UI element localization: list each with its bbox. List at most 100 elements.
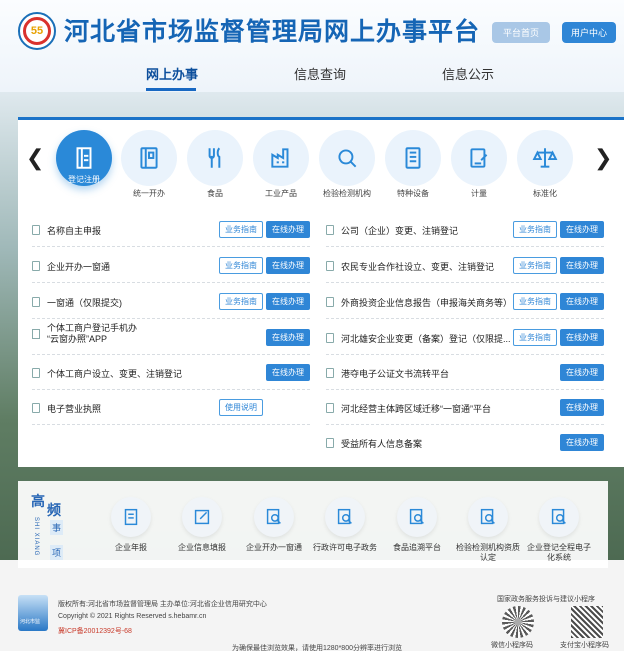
guide-button[interactable]: 业务指南 xyxy=(219,293,263,310)
active-tab-indicator xyxy=(146,88,196,91)
frequent-title: 频 xyxy=(47,502,61,518)
search-doc-icon xyxy=(266,508,281,525)
online-handle-button[interactable]: 在线办理 xyxy=(560,293,604,310)
category-label: 工业产品 xyxy=(265,189,297,198)
scale-icon xyxy=(532,148,558,168)
category-registration[interactable]: 登记注册 xyxy=(56,130,112,186)
guide-button[interactable]: 业务指南 xyxy=(219,257,263,274)
online-handle-button[interactable]: 在线办理 xyxy=(560,329,604,346)
document-icon xyxy=(32,329,40,339)
alipay-qr-code xyxy=(571,606,603,638)
frequent-title: 项 xyxy=(50,545,64,560)
online-handle-button[interactable]: 在线办理 xyxy=(266,364,310,381)
frequent-annual-report[interactable]: 企业年报 xyxy=(93,497,169,553)
document-icon xyxy=(326,403,334,413)
row-divider xyxy=(32,318,310,319)
document-icon xyxy=(32,225,40,235)
category-measurement[interactable]: 计量 xyxy=(451,130,507,199)
guide-button[interactable]: 业务指南 xyxy=(513,329,557,346)
frequent-pinyin: SHI XIANG xyxy=(33,517,39,557)
row-divider xyxy=(326,389,604,390)
usage-instructions-button[interactable]: 使用说明 xyxy=(219,399,263,416)
service-enterprise-window[interactable]: 企业开办一窗通 xyxy=(32,257,110,275)
document-icon xyxy=(326,225,334,235)
frequent-enterprise-window[interactable]: 企业开办一窗通 xyxy=(236,497,312,553)
category-inspection[interactable]: 检验检测机构 xyxy=(319,130,375,199)
food-icon xyxy=(208,147,221,168)
inspection-icon xyxy=(338,149,357,168)
service-cooperative[interactable]: 农民专业合作社设立、变更、注销登记 xyxy=(326,257,494,275)
online-handle-button[interactable]: 在线办理 xyxy=(560,221,604,238)
row-divider xyxy=(326,424,604,425)
frequent-e-registration[interactable]: 企业登记全程电子 化系统 xyxy=(521,497,597,563)
document-icon xyxy=(326,297,334,307)
category-unified-start[interactable]: 统一开办 xyxy=(121,130,177,199)
site-logo[interactable]: 55 xyxy=(18,12,56,50)
row-divider xyxy=(32,282,310,283)
category-industrial[interactable]: 工业产品 xyxy=(253,130,309,199)
tab-online-services[interactable]: 网上办事 xyxy=(146,64,198,83)
row-divider xyxy=(32,354,310,355)
qr-section-title: 国家政务服务投诉与建议小程序 xyxy=(497,596,595,603)
row-divider xyxy=(326,246,604,247)
category-label: 标准化 xyxy=(533,189,557,198)
row-divider xyxy=(32,424,310,425)
service-individual-registration[interactable]: 个体工商户设立、变更、注销登记 xyxy=(32,364,182,382)
frequent-info-fill[interactable]: 企业信息填报 xyxy=(164,497,240,553)
online-handle-button[interactable]: 在线办理 xyxy=(266,257,310,274)
service-xiongan-change[interactable]: 河北雄安企业变更（备案）登记（仅限提... xyxy=(326,329,511,347)
service-beneficial-owner[interactable]: 受益所有人信息备案 xyxy=(326,434,422,452)
carousel-next-arrow-icon[interactable]: ❯ xyxy=(594,145,612,171)
category-standardization[interactable]: 标准化 xyxy=(517,130,573,199)
document-icon xyxy=(32,368,40,378)
online-handle-button[interactable]: 在线办理 xyxy=(266,293,310,310)
category-label: 统一开办 xyxy=(133,189,165,198)
alipay-qr-label: 支付宝小程序码 xyxy=(560,642,609,649)
icp-record-link[interactable]: 冀ICP备20012392号-68 xyxy=(58,626,132,636)
service-notary-platform[interactable]: 港夺电子公证文书流转平台 xyxy=(326,364,449,382)
online-handle-button[interactable]: 在线办理 xyxy=(266,221,310,238)
online-handle-button[interactable]: 在线办理 xyxy=(560,434,604,451)
category-label: 特种设备 xyxy=(397,189,429,198)
row-divider xyxy=(32,389,310,390)
document-icon xyxy=(32,261,40,271)
equipment-icon xyxy=(405,147,421,169)
service-e-license[interactable]: 电子营业执照 xyxy=(32,399,101,417)
online-handle-button[interactable]: 在线办理 xyxy=(560,364,604,381)
category-special-equipment[interactable]: 特种设备 xyxy=(385,130,441,199)
carousel-prev-arrow-icon[interactable]: ❮ xyxy=(26,145,44,171)
guide-button[interactable]: 业务指南 xyxy=(513,221,557,238)
service-foreign-investment[interactable]: 外商投资企业信息报告（申报海关商务等） xyxy=(326,293,512,311)
search-doc-icon xyxy=(409,508,424,525)
service-company-change[interactable]: 公司（企业）变更、注销登记 xyxy=(326,221,458,239)
row-divider xyxy=(326,282,604,283)
online-handle-button[interactable]: 在线办理 xyxy=(560,399,604,416)
measure-icon xyxy=(470,148,488,168)
browser-resolution-note: 为确保最佳浏览效果，请使用1280*800分辨率进行浏览 xyxy=(232,645,402,651)
guide-button[interactable]: 业务指南 xyxy=(513,293,557,310)
guide-button[interactable]: 业务指南 xyxy=(513,257,557,274)
category-label: 计量 xyxy=(471,189,487,198)
tab-info-query[interactable]: 信息查询 xyxy=(294,64,346,83)
site-title: 河北省市场监督管理局网上办事平台 xyxy=(64,18,481,46)
online-handle-button[interactable]: 在线办理 xyxy=(560,257,604,274)
factory-icon xyxy=(271,148,289,168)
service-cross-region-migration[interactable]: 河北经营主体跨区域迁移“一窗通”平台 xyxy=(326,399,491,417)
platform-home-button[interactable]: 平台首页 xyxy=(492,22,550,43)
service-window-submit[interactable]: 一窗通（仅限提交) xyxy=(32,293,122,311)
frequent-food-trace[interactable]: 食品追溯平台 xyxy=(379,497,455,553)
frequent-admin-license[interactable]: 行政许可电子政务 xyxy=(307,497,383,553)
edit-icon xyxy=(194,509,210,525)
online-handle-button[interactable]: 在线办理 xyxy=(266,329,310,346)
guide-button[interactable]: 业务指南 xyxy=(219,221,263,238)
category-food[interactable]: 食品 xyxy=(187,130,243,199)
footer-logo xyxy=(18,595,48,631)
logo-emblem: 55 xyxy=(23,17,51,45)
frequent-inspection-qualification[interactable]: 检验检测机构资质 认定 xyxy=(450,497,526,563)
category-label: 登记注册 xyxy=(68,175,100,184)
user-center-button[interactable]: 用户中心 xyxy=(562,22,616,43)
service-name-declaration[interactable]: 名称自主申报 xyxy=(32,221,101,239)
service-mobile-app[interactable]: 个体工商户登记手机办 “云窗办照”APP xyxy=(32,323,137,345)
footer-logo-text: 河北市监 xyxy=(20,619,41,625)
tab-info-publicity[interactable]: 信息公示 xyxy=(442,64,494,83)
